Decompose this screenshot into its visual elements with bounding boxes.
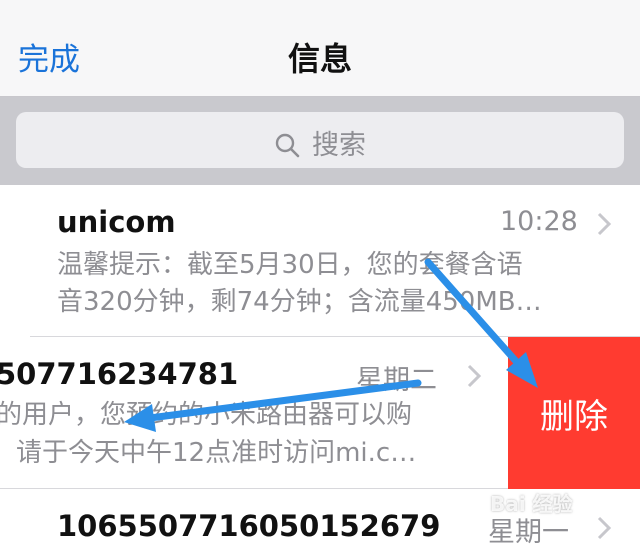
sender-name: 1065507716050152679	[57, 509, 441, 543]
search-area: 搜索	[0, 97, 640, 185]
search-input[interactable]: 搜索	[16, 112, 624, 168]
navigation-bar: 完成 信息	[0, 0, 640, 97]
search-placeholder: 搜索	[312, 130, 366, 161]
list-item[interactable]: unicom 10:28 温馨提示：截至5月30日，您的套餐含语 音320分钟，…	[0, 185, 640, 337]
chevron-right-icon	[467, 364, 482, 388]
chevron-right-icon	[597, 516, 612, 540]
watermark: Bai 经验	[490, 492, 573, 516]
message-preview-line2: 音320分钟，剩74分钟；含流量450MB…	[57, 287, 542, 317]
message-preview-line2: 请于今天中午12点准时访问mi.c…	[16, 438, 417, 468]
page-title: 信息	[287, 40, 352, 78]
message-preview-line1: 的用户，您预约的小米路由器可以购	[0, 400, 413, 430]
delete-button[interactable]: 删除	[508, 337, 640, 489]
search-icon	[275, 133, 300, 158]
sender-name: 507716234781	[0, 357, 239, 391]
message-preview-line1: 温馨提示：截至5月30日，您的套餐含语	[57, 250, 523, 280]
sender-name: unicom	[57, 205, 176, 239]
message-time: 星期二	[356, 365, 437, 396]
chevron-right-icon	[597, 212, 612, 236]
message-time: 10:28	[500, 206, 578, 237]
